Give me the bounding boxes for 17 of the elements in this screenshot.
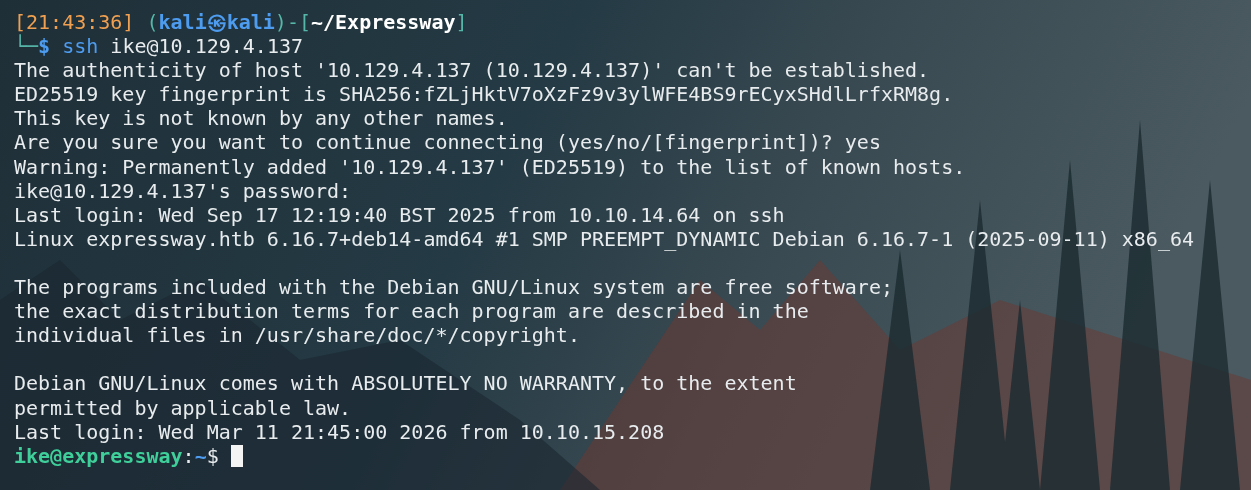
output-line: ike@10.129.4.137's password: bbox=[14, 178, 353, 203]
output-line: individual files in /usr/share/doc/*/copyright. bbox=[14, 323, 581, 348]
output-line: Last login: Wed Mar 11 21:45:00 2026 from 10.10.15.208 bbox=[14, 419, 666, 444]
output-line: Debian GNU/Linux comes with ABSOLUTELY NO WARRANTY, to the extent bbox=[14, 371, 798, 396]
output-line: The programs included with the Debian GNU/Linux system are free software; bbox=[14, 275, 894, 300]
output-line: Warning: Permanently added '10.129.4.137' (ED25519) to the list of known hosts. bbox=[14, 154, 967, 179]
prompt-line: [21:43:36] (kali㉿kali)-[~/Expressway] bbox=[14, 10, 469, 34]
output-line: Last login: Wed Sep 17 12:19:40 BST 2025 from 10.10.14.64 on ssh bbox=[14, 202, 786, 227]
output-line: Are you sure you want to continue connecting (yes/no/[fingerprint])? yes bbox=[14, 130, 882, 155]
output-line: The authenticity of host '10.129.4.137 (10.129.4.137)' can't be established. bbox=[14, 58, 931, 83]
output-line: Linux expressway.htb 6.16.7+deb14-amd64 #1 SMP PREEMPT_DYNAMIC Debian 6.16.7-1 (2025-09-11) x86_64 bbox=[14, 226, 1196, 251]
output-line: the exact distribution terms for each program are described in the bbox=[14, 299, 810, 324]
command-line: └─$ ssh ike@10.129.4.137 bbox=[14, 34, 304, 59]
output-line: ED25519 key fingerprint is SHA256:fZLjHktV7oXzFz9v3ylWFE4BS9rECyxSHdlLrfxRM8g. bbox=[14, 82, 955, 107]
output-line: This key is not known by any other names. bbox=[14, 106, 509, 131]
shell-prompt-line: ike@expressway:~$ bbox=[14, 443, 1251, 468]
output-line: permitted by applicable law. bbox=[14, 395, 353, 420]
